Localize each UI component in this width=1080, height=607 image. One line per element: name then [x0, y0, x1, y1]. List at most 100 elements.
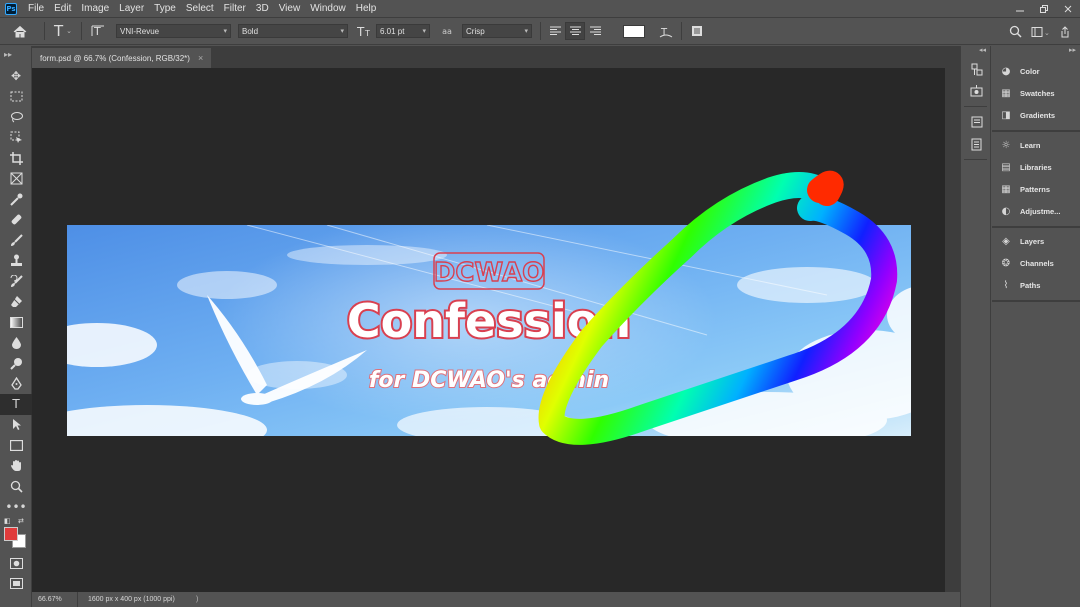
- align-left-icon[interactable]: [545, 22, 565, 40]
- separator: [44, 22, 45, 40]
- collapse-arrows-icon[interactable]: ▸▸: [0, 46, 31, 66]
- chevron-down-icon: ▾: [422, 28, 426, 35]
- panel-learn[interactable]: ☼ Learn: [992, 134, 1080, 156]
- brush-tool-icon[interactable]: [0, 230, 32, 251]
- font-style-select[interactable]: Bold ▾: [238, 24, 348, 38]
- warp-text-icon[interactable]: T: [655, 20, 677, 42]
- eyedropper-tool-icon[interactable]: [0, 189, 32, 210]
- font-family-value: VNI-Revue: [120, 26, 160, 36]
- zoom-level[interactable]: 66.67%: [32, 592, 78, 607]
- panel-label: Learn: [1020, 140, 1041, 150]
- adjustments-icon: ◐: [1001, 205, 1011, 217]
- type-tool-icon[interactable]: T: [0, 394, 32, 415]
- swatches-grid-icon: ▦: [1001, 87, 1011, 99]
- paragraph-panel-icon[interactable]: [961, 133, 992, 155]
- menu-image[interactable]: Image: [76, 0, 114, 18]
- vertical-scrollbar[interactable]: [945, 68, 960, 592]
- panel-group-layers: ◈ Layers ❂ Channels ⌇ Paths: [992, 228, 1080, 302]
- toggle-text-orientation-icon[interactable]: T: [86, 20, 110, 42]
- path-selection-tool-icon[interactable]: [0, 415, 32, 436]
- more-tools-icon[interactable]: •••: [0, 497, 32, 518]
- panel-channels[interactable]: ❂ Channels: [992, 252, 1080, 274]
- type-tool-preset-icon[interactable]: T ⌄: [49, 20, 77, 42]
- object-selection-tool-icon[interactable]: [0, 128, 32, 149]
- font-family-select[interactable]: VNI-Revue ▾: [116, 24, 231, 38]
- panel-label: Paths: [1020, 280, 1041, 290]
- hand-tool-icon[interactable]: [0, 456, 32, 477]
- panel-paths[interactable]: ⌇ Paths: [992, 274, 1080, 296]
- collapse-arrows-icon[interactable]: ▸▸: [992, 46, 1080, 58]
- crop-tool-icon[interactable]: [0, 148, 32, 169]
- separator: [81, 22, 82, 40]
- panels-dock: ▸▸ ◕ Color ▦ Swatches ◨ Gradients ☼ Lear…: [992, 46, 1080, 607]
- properties-panel-icon[interactable]: [961, 80, 992, 102]
- panel-adjustments[interactable]: ◐ Adjustme...: [992, 200, 1080, 222]
- close-icon[interactable]: [1056, 0, 1080, 18]
- menu-window[interactable]: Window: [305, 0, 351, 18]
- lasso-tool-icon[interactable]: [0, 107, 32, 128]
- frame-tool-icon[interactable]: [0, 169, 32, 190]
- panel-color[interactable]: ◕ Color: [992, 60, 1080, 82]
- rectangle-tool-icon[interactable]: [0, 435, 32, 456]
- panel-gradients[interactable]: ◨ Gradients: [992, 104, 1080, 126]
- workspace-icon[interactable]: ⌄: [1026, 21, 1054, 43]
- search-icon[interactable]: [1004, 21, 1026, 43]
- svg-text:T: T: [364, 29, 370, 37]
- marquee-tool-icon[interactable]: [0, 87, 32, 108]
- menu-3d[interactable]: 3D: [251, 0, 274, 18]
- collapse-arrows-icon[interactable]: ◂◂: [961, 46, 990, 58]
- healing-brush-tool-icon[interactable]: [0, 210, 32, 231]
- foreground-color[interactable]: [4, 527, 18, 541]
- menu-select[interactable]: Select: [181, 0, 219, 18]
- character-panel-icon[interactable]: [961, 111, 992, 133]
- restore-icon[interactable]: [1032, 0, 1056, 18]
- panel-swatches[interactable]: ▦ Swatches: [992, 82, 1080, 104]
- menu-view[interactable]: View: [274, 0, 306, 18]
- menu-help[interactable]: Help: [351, 0, 382, 18]
- gradient-tool-icon[interactable]: [0, 312, 32, 333]
- home-icon[interactable]: [0, 20, 40, 42]
- panel-layers[interactable]: ◈ Layers: [992, 230, 1080, 252]
- dodge-tool-icon[interactable]: [0, 353, 32, 374]
- blur-tool-icon[interactable]: [0, 333, 32, 354]
- menu-layer[interactable]: Layer: [114, 0, 149, 18]
- default-colors-icon[interactable]: ◧: [4, 517, 11, 525]
- swap-colors-icon[interactable]: ⇄: [18, 517, 24, 525]
- character-paragraph-panel-icon[interactable]: [686, 20, 708, 42]
- eraser-tool-icon[interactable]: [0, 292, 32, 313]
- clone-stamp-tool-icon[interactable]: [0, 251, 32, 272]
- quick-mask-icon[interactable]: [0, 553, 32, 574]
- menu-file[interactable]: File: [23, 0, 49, 18]
- pen-tool-icon[interactable]: [0, 374, 32, 395]
- move-tool-icon[interactable]: ✥: [0, 66, 32, 87]
- text-color-swatch[interactable]: [623, 24, 645, 38]
- status-bar: 66.67% 1600 px x 400 px (1000 ppi) ): [32, 592, 960, 607]
- menu-filter[interactable]: Filter: [219, 0, 251, 18]
- document-tab-bar: form.psd @ 66.7% (Confession, RGB/32*) ×: [32, 46, 960, 68]
- antialias-select[interactable]: Crisp ▾: [462, 24, 532, 38]
- minimize-icon[interactable]: [1008, 0, 1032, 18]
- history-panel-icon[interactable]: [961, 58, 992, 80]
- patterns-icon: ▦: [1001, 183, 1011, 195]
- align-right-icon[interactable]: [585, 22, 605, 40]
- history-brush-tool-icon[interactable]: [0, 271, 32, 292]
- panel-group-color: ◕ Color ▦ Swatches ◨ Gradients: [992, 58, 1080, 132]
- panel-label: Libraries: [1020, 162, 1052, 172]
- share-icon[interactable]: [1054, 21, 1076, 43]
- document-tab[interactable]: form.psd @ 66.7% (Confession, RGB/32*) ×: [32, 48, 212, 68]
- menu-edit[interactable]: Edit: [49, 0, 76, 18]
- status-menu-arrow-icon[interactable]: ): [196, 596, 198, 603]
- panel-label: Patterns: [1020, 184, 1051, 194]
- close-tab-icon[interactable]: ×: [198, 53, 203, 63]
- screen-mode-icon[interactable]: [0, 574, 32, 595]
- canvas-area[interactable]: DCWAO Confession for DCWAO's admin: [32, 68, 945, 592]
- font-size-select[interactable]: 6.01 pt ▾: [376, 24, 430, 38]
- panel-label: Gradients: [1020, 110, 1056, 120]
- panel-label: Swatches: [1020, 88, 1055, 98]
- zoom-tool-icon[interactable]: [0, 476, 32, 497]
- menu-type[interactable]: Type: [149, 0, 181, 18]
- panel-libraries[interactable]: ▤ Libraries: [992, 156, 1080, 178]
- separator: [540, 22, 541, 40]
- align-center-icon[interactable]: [565, 22, 585, 40]
- panel-patterns[interactable]: ▦ Patterns: [992, 178, 1080, 200]
